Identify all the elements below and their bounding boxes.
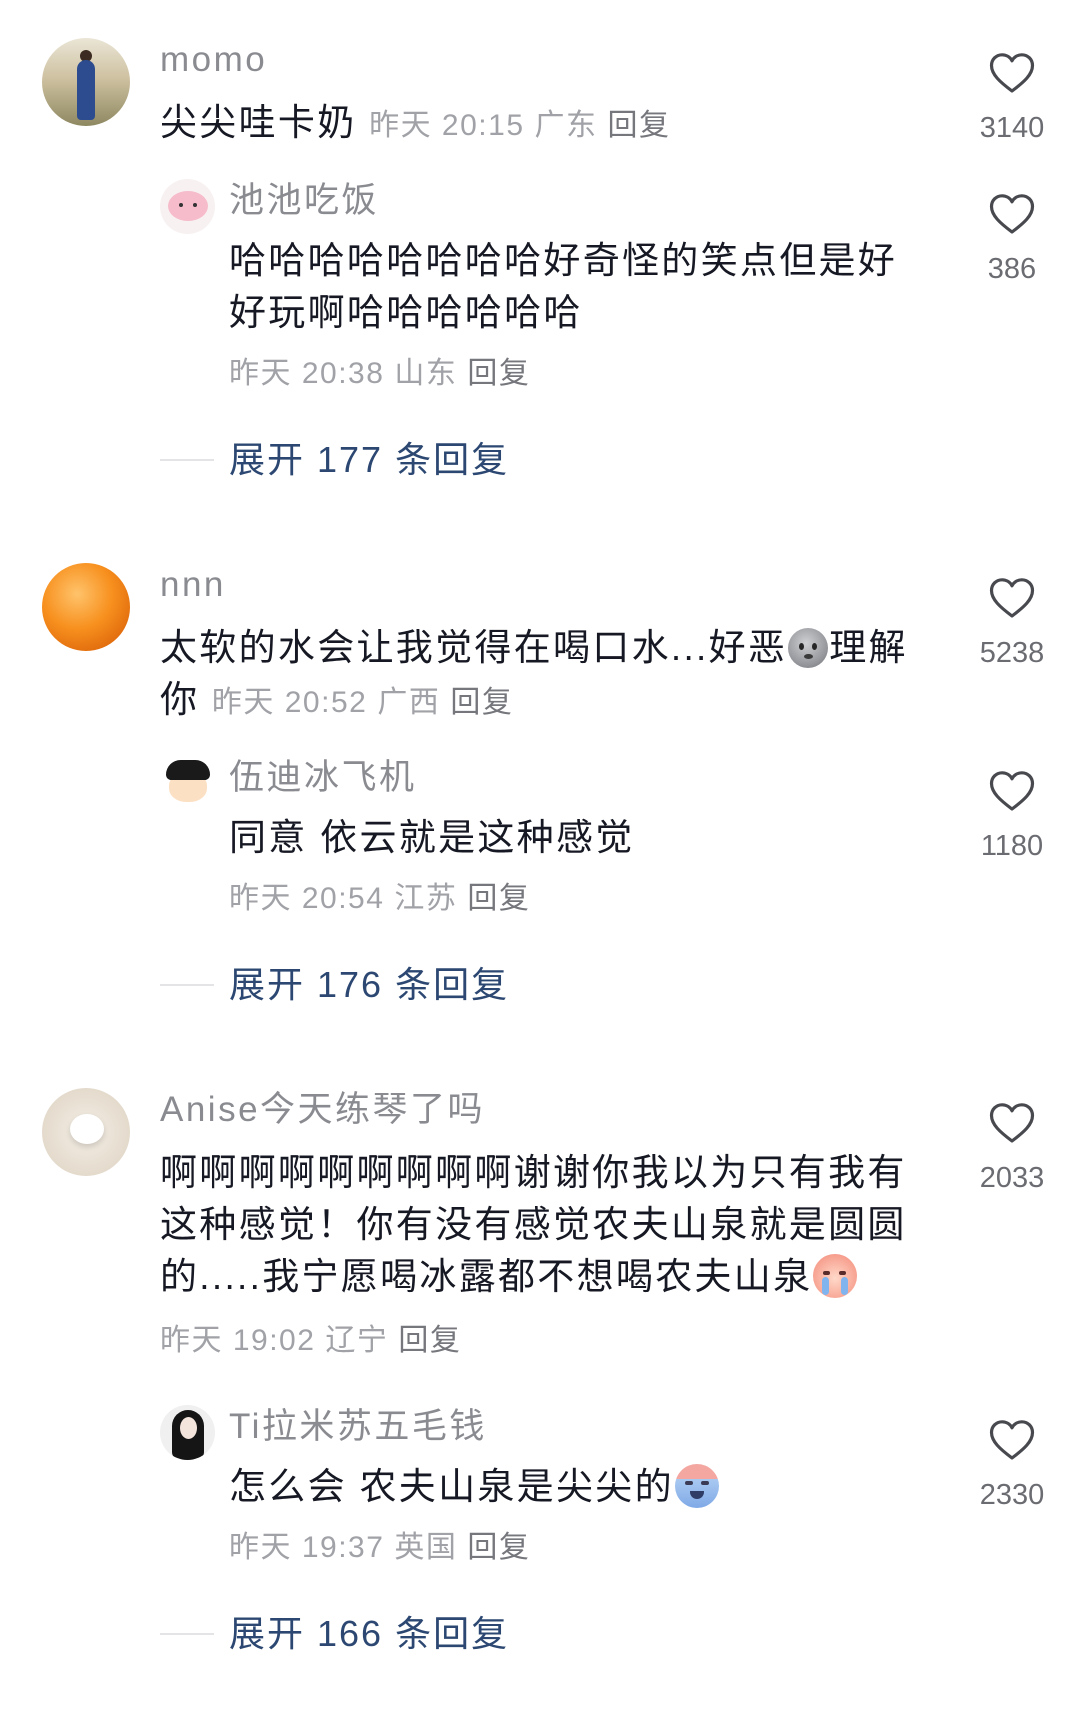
- comment-list: momo 尖尖哇卡奶 昨天 20:15 广东 回复 3140 池池吃饭 哈哈哈哈哈哈…: [0, 0, 1080, 1658]
- like-count: 386: [987, 253, 1037, 285]
- crying-face-emoji-icon: [813, 1254, 858, 1298]
- reply[interactable]: 伍迪冰飞机 同意 依云就是这种感觉 昨天 20:54 江苏 回复 1180: [0, 756, 1080, 921]
- user-avatar[interactable]: [42, 38, 130, 126]
- like-button[interactable]: 3140: [972, 51, 1052, 145]
- reply-body: 哈哈哈哈哈哈哈哈好奇怪的笑点但是好好玩啊哈哈哈哈哈哈: [229, 235, 919, 339]
- comment-time: 昨天 19:02: [160, 1324, 316, 1357]
- user-avatar[interactable]: [160, 179, 215, 234]
- expand-replies-label[interactable]: 展开 177 条回复: [229, 439, 509, 480]
- reply-time: 昨天 20:54: [229, 882, 385, 915]
- comment-location: 辽宁: [325, 1324, 389, 1357]
- reply-body: 怎么会 农夫山泉是尖尖的: [229, 1461, 919, 1513]
- like-count: 1180: [980, 830, 1044, 862]
- like-button[interactable]: 386: [972, 192, 1052, 286]
- comment[interactable]: Anise今天练琴了吗 啊啊啊啊啊啊啊啊啊谢谢你我以为只有我有这种感觉！你有没有…: [0, 1088, 1080, 1363]
- comment-location: 广东: [534, 109, 598, 142]
- heart-outline: [989, 1103, 1035, 1143]
- heart-outline: [989, 53, 1035, 93]
- comment-body: 太软的水会让我觉得在喝口水...好恶 理解你 昨天 20:52 广西 回复: [160, 622, 925, 726]
- comment-text: 啊啊啊啊啊啊啊啊啊谢谢你我以为只有我有这种感觉！你有没有感觉农夫山泉就是圆圆的.…: [160, 1152, 907, 1297]
- expand-replies-button[interactable]: 展开 177 条回复: [0, 436, 1080, 484]
- expand-replies-button[interactable]: 展开 166 条回复: [0, 1610, 1080, 1658]
- comment-thread: Anise今天练琴了吗 啊啊啊啊啊啊啊啊啊谢谢你我以为只有我有这种感觉！你有没有…: [0, 1088, 1080, 1658]
- heart-icon[interactable]: [988, 769, 1036, 813]
- reply[interactable]: Ti拉米苏五毛钱 怎么会 农夫山泉是尖尖的 昨天 19:37 英国 回复 2330: [0, 1405, 1080, 1570]
- comment-body: 尖尖哇卡奶 昨天 20:15 广东 回复: [160, 97, 925, 149]
- user-avatar[interactable]: [42, 1088, 130, 1176]
- reply-location: 英国: [394, 1531, 458, 1564]
- heart-icon[interactable]: [988, 192, 1036, 236]
- reply-button[interactable]: 回复: [467, 357, 530, 390]
- comment-meta: 昨天 19:02 辽宁 回复: [160, 1319, 1080, 1363]
- reply-button[interactable]: 回复: [398, 1324, 461, 1357]
- reply[interactable]: 池池吃饭 哈哈哈哈哈哈哈哈好奇怪的笑点但是好好玩啊哈哈哈哈哈哈 昨天 20:38…: [0, 179, 1080, 396]
- reply-location: 山东: [394, 357, 458, 390]
- sweat-face-emoji-icon: [788, 628, 829, 668]
- like-button[interactable]: 2033: [972, 1101, 1052, 1195]
- comment-body: 啊啊啊啊啊啊啊啊啊谢谢你我以为只有我有这种感觉！你有没有感觉农夫山泉就是圆圆的.…: [160, 1147, 925, 1303]
- user-avatar[interactable]: [160, 756, 215, 811]
- reply-text: 怎么会 农夫山泉是尖尖的: [229, 1466, 674, 1507]
- reply-button[interactable]: 回复: [608, 109, 671, 142]
- expand-replies-label[interactable]: 展开 176 条回复: [229, 964, 509, 1005]
- like-count: 3140: [979, 112, 1045, 144]
- username[interactable]: 池池吃饭: [229, 179, 1080, 223]
- reply-time: 昨天 19:37: [229, 1531, 385, 1564]
- heart-outline: [989, 578, 1035, 618]
- like-button[interactable]: 2330: [972, 1418, 1052, 1512]
- crying-blue-face-emoji-icon: [674, 1464, 719, 1508]
- comment[interactable]: nnn 太软的水会让我觉得在喝口水...好恶 理解你 昨天 20:52 广西 回复 5…: [0, 563, 1080, 726]
- heart-icon[interactable]: [988, 576, 1036, 620]
- comment-time: 昨天 20:15: [369, 109, 525, 142]
- comment-location: 广西: [377, 686, 441, 719]
- heart-outline: [989, 194, 1035, 234]
- expand-replies-button[interactable]: 展开 176 条回复: [0, 961, 1080, 1009]
- like-count: 5238: [979, 637, 1045, 669]
- divider-line: [160, 1633, 214, 1635]
- comment-text: 太软的水会让我觉得在喝口水...好恶: [160, 627, 788, 668]
- heart-outline: [989, 771, 1035, 811]
- divider-line: [160, 459, 214, 461]
- expand-replies-label[interactable]: 展开 166 条回复: [229, 1613, 509, 1654]
- divider-line: [160, 984, 214, 986]
- reply-location: 江苏: [394, 882, 458, 915]
- reply-text: 哈哈哈哈哈哈哈哈好奇怪的笑点但是好好玩啊哈哈哈哈哈哈: [229, 240, 898, 333]
- reply-meta: 昨天 20:38 山东 回复: [229, 352, 1080, 396]
- reply-text: 同意 依云就是这种感觉: [229, 817, 635, 858]
- heart-icon[interactable]: [988, 1101, 1036, 1145]
- reply-button[interactable]: 回复: [450, 686, 513, 719]
- user-avatar[interactable]: [160, 1405, 215, 1460]
- like-count: 2330: [979, 1479, 1045, 1511]
- reply-button[interactable]: 回复: [467, 882, 530, 915]
- reply-time: 昨天 20:38: [229, 357, 385, 390]
- like-button[interactable]: 5238: [972, 576, 1052, 670]
- comment-meta: 昨天 20:52 广西 回复: [212, 688, 513, 718]
- heart-icon[interactable]: [988, 51, 1036, 95]
- username[interactable]: nnn: [160, 563, 1080, 607]
- heart-icon[interactable]: [988, 1418, 1036, 1462]
- user-avatar[interactable]: [42, 563, 130, 651]
- heart-outline: [989, 1420, 1035, 1460]
- comment-thread: nnn 太软的水会让我觉得在喝口水...好恶 理解你 昨天 20:52 广西 回复 5…: [0, 563, 1080, 1009]
- like-button[interactable]: 1180: [972, 769, 1052, 863]
- reply-button[interactable]: 回复: [467, 1531, 530, 1564]
- username[interactable]: momo: [160, 38, 1080, 82]
- reply-meta: 昨天 20:54 江苏 回复: [229, 877, 1080, 921]
- comment[interactable]: momo 尖尖哇卡奶 昨天 20:15 广东 回复 3140: [0, 38, 1080, 149]
- comment-text: 尖尖哇卡奶: [160, 102, 357, 143]
- username[interactable]: 伍迪冰飞机: [229, 756, 1080, 800]
- username[interactable]: Ti拉米苏五毛钱: [229, 1405, 1080, 1449]
- reply-body: 同意 依云就是这种感觉: [229, 812, 919, 864]
- reply-meta: 昨天 19:37 英国 回复: [229, 1526, 1080, 1570]
- like-count: 2033: [979, 1162, 1045, 1194]
- comment-time: 昨天 20:52: [211, 686, 368, 719]
- username[interactable]: Anise今天练琴了吗: [160, 1088, 1080, 1132]
- comment-meta: 昨天 20:15 广东 回复: [369, 111, 670, 141]
- comment-thread: momo 尖尖哇卡奶 昨天 20:15 广东 回复 3140 池池吃饭 哈哈哈哈哈哈…: [0, 38, 1080, 484]
